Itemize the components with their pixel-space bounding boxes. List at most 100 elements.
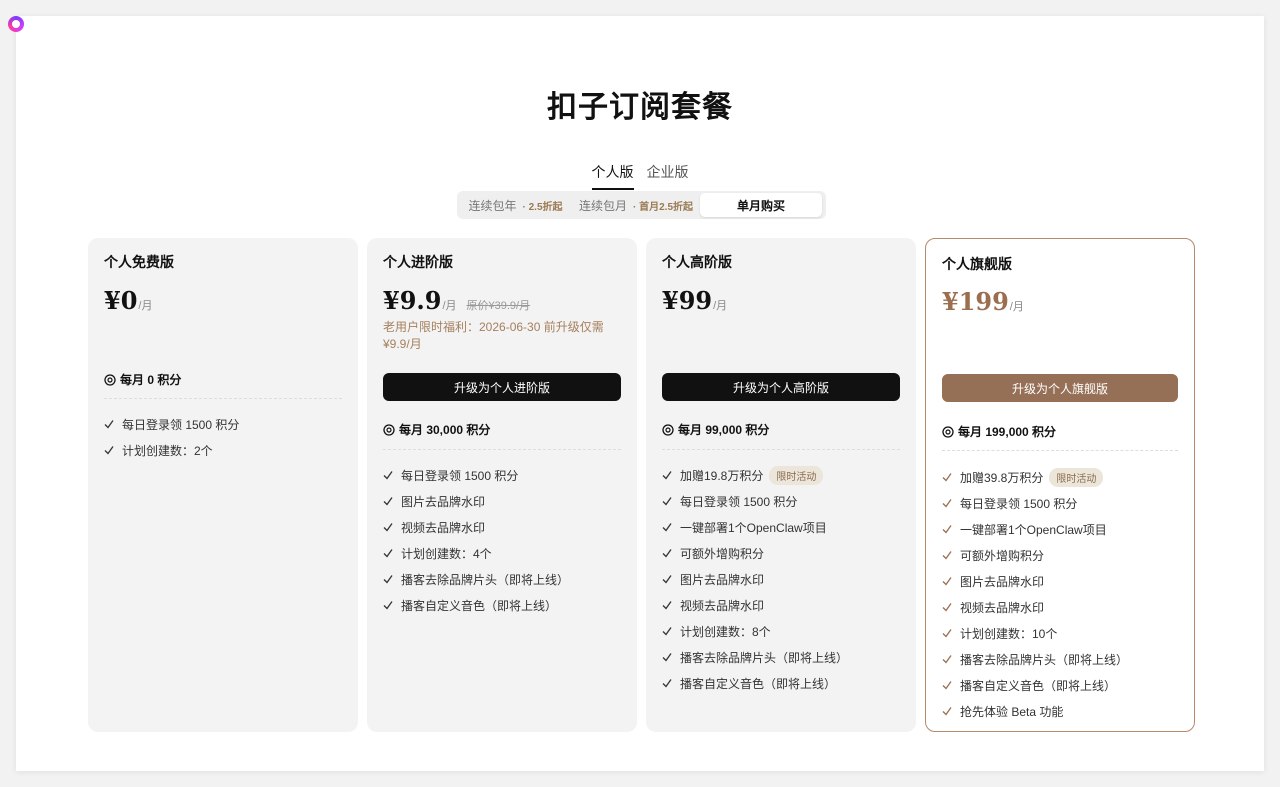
feature-text: 一键部署1个OpenClaw项目 xyxy=(680,520,827,535)
coin-icon xyxy=(383,423,395,436)
coin-icon xyxy=(104,373,116,386)
credits-label: 每月 99,000 积分 xyxy=(678,423,770,437)
feature-item: 加赠19.8万积分 限时活动 xyxy=(662,462,848,488)
billing-monthly-discount: · 首月2.5折起 xyxy=(633,201,694,213)
plan-price: ¥9.9 xyxy=(383,286,442,315)
check-icon xyxy=(662,497,672,506)
page-title: 扣子订阅套餐 xyxy=(547,91,733,124)
feature-item: 播客去除品牌片头（即将上线） xyxy=(942,646,1128,672)
price-period: /月 xyxy=(1009,301,1024,313)
tab-personal[interactable]: 个人版 xyxy=(591,162,634,190)
upgrade-premium-button[interactable]: 升级为个人高阶版 xyxy=(662,373,900,401)
check-icon xyxy=(662,549,672,558)
limited-offer-badge: 限时活动 xyxy=(1049,467,1104,487)
billing-switch: 连续包年 · 2.5折起 连续包月 · 首月2.5折起 单月购买 xyxy=(457,191,826,219)
feature-item: 一键部署1个OpenClaw项目 xyxy=(662,514,848,540)
check-icon xyxy=(942,551,952,560)
price-row: ¥199 /月 xyxy=(942,287,1024,316)
plan-card-free: 个人免费版 ¥0 /月 每月 0 积分 每日登录领 1500 积分 计划创建数：… xyxy=(88,238,358,732)
feature-text: 播客自定义音色（即将上线） xyxy=(680,676,837,691)
plan-name: 个人高阶版 xyxy=(662,254,732,270)
feature-item: 计划创建数：4个 xyxy=(383,540,569,566)
check-icon xyxy=(662,523,672,532)
feature-text: 每日登录领 1500 积分 xyxy=(401,468,519,483)
check-icon xyxy=(942,603,952,612)
feature-item: 播客自定义音色（即将上线） xyxy=(383,592,569,618)
divider xyxy=(383,449,621,450)
plan-card-premium: 个人高阶版 ¥99 /月 升级为个人高阶版 每月 99,000 积分 加赠19.… xyxy=(646,238,916,732)
tab-enterprise[interactable]: 企业版 xyxy=(647,162,689,190)
feature-text: 图片去品牌水印 xyxy=(960,574,1045,589)
feature-item: 计划创建数：10个 xyxy=(942,620,1128,646)
plan-price: ¥0 xyxy=(104,286,138,315)
feature-text: 播客去除品牌片头（即将上线） xyxy=(680,650,849,665)
check-icon xyxy=(942,525,952,534)
check-icon xyxy=(662,471,672,480)
feature-text: 播客去除品牌片头（即将上线） xyxy=(960,652,1129,667)
billing-monthly[interactable]: 连续包月 · 首月2.5折起 xyxy=(572,193,700,217)
billing-single-month[interactable]: 单月购买 xyxy=(700,193,822,217)
plan-name: 个人旗舰版 xyxy=(942,256,1012,272)
feature-item: 播客自定义音色（即将上线） xyxy=(942,672,1128,698)
feature-item: 抢先体验 Beta 功能 xyxy=(942,698,1128,724)
upgrade-flagship-button[interactable]: 升级为个人旗舰版 xyxy=(942,374,1178,402)
coin-icon xyxy=(662,423,674,436)
feature-text: 计划创建数：2个 xyxy=(122,443,213,458)
check-icon xyxy=(662,679,672,688)
divider xyxy=(942,450,1178,451)
check-icon xyxy=(662,653,672,662)
feature-text: 计划创建数：4个 xyxy=(401,546,492,561)
feature-item: 可额外增购积分 xyxy=(942,542,1128,568)
credits-label: 每月 0 积分 xyxy=(120,373,182,387)
feature-list: 加赠19.8万积分 限时活动 每日登录领 1500 积分 一键部署1个OpenCl… xyxy=(662,462,848,696)
credits-label: 每月 30,000 积分 xyxy=(399,423,491,437)
feature-text: 视频去品牌水印 xyxy=(960,600,1045,615)
coin-icon xyxy=(942,425,954,438)
plan-price: ¥99 xyxy=(662,286,713,315)
plan-card-advanced: 个人进阶版 ¥9.9 /月 原价¥39.9/月 老用户限时福利：2026-06-… xyxy=(367,238,637,732)
feature-item: 计划创建数：8个 xyxy=(662,618,848,644)
feature-item: 每日登录领 1500 积分 xyxy=(383,462,569,488)
check-icon xyxy=(104,420,114,429)
price-row: ¥9.9 /月 原价¥39.9/月 xyxy=(383,286,530,315)
upgrade-advanced-button[interactable]: 升级为个人进阶版 xyxy=(383,373,621,401)
monthly-credits: 每月 99,000 积分 xyxy=(662,421,769,438)
feature-text: 视频去品牌水印 xyxy=(680,598,765,613)
monthly-credits: 每月 0 积分 xyxy=(104,371,181,388)
feature-text: 每日登录领 1500 积分 xyxy=(960,496,1078,511)
feature-text: 计划创建数：8个 xyxy=(680,624,771,639)
check-icon xyxy=(942,707,952,716)
feature-text: 视频去品牌水印 xyxy=(401,520,486,535)
check-icon xyxy=(662,575,672,584)
check-icon xyxy=(942,577,952,586)
divider xyxy=(662,449,900,450)
feature-list: 加赠39.8万积分 限时活动 每日登录领 1500 积分 一键部署1个OpenCl… xyxy=(942,464,1128,724)
feature-item: 每日登录领 1500 积分 xyxy=(104,411,239,437)
feature-item: 加赠39.8万积分 限时活动 xyxy=(942,464,1128,490)
billing-yearly-label: 连续包年 xyxy=(468,198,517,213)
divider xyxy=(104,398,342,399)
billing-yearly[interactable]: 连续包年 · 2.5折起 xyxy=(459,193,572,217)
check-icon xyxy=(942,681,952,690)
billing-monthly-label: 连续包月 xyxy=(578,198,627,213)
check-icon xyxy=(662,627,672,636)
check-icon xyxy=(383,601,393,610)
check-icon xyxy=(662,601,672,610)
feature-item: 播客自定义音色（即将上线） xyxy=(662,670,848,696)
price-period: /月 xyxy=(442,300,457,312)
feature-item: 图片去品牌水印 xyxy=(942,568,1128,594)
feature-item: 每日登录领 1500 积分 xyxy=(662,488,848,514)
feature-item: 视频去品牌水印 xyxy=(942,594,1128,620)
feature-item: 视频去品牌水印 xyxy=(383,514,569,540)
billing-single-month-label: 单月购买 xyxy=(736,198,785,213)
check-icon xyxy=(104,446,114,455)
feature-item: 播客去除品牌片头（即将上线） xyxy=(662,644,848,670)
feature-text: 每日登录领 1500 积分 xyxy=(680,494,798,509)
feature-text: 计划创建数：10个 xyxy=(960,626,1058,641)
plan-name: 个人免费版 xyxy=(104,254,174,270)
feature-text: 可额外增购积分 xyxy=(960,548,1045,563)
price-row: ¥99 /月 xyxy=(662,286,727,315)
feature-list: 每日登录领 1500 积分 图片去品牌水印 视频去品牌水印 计划创建数：4个 播… xyxy=(383,462,569,618)
feature-text: 播客自定义音色（即将上线） xyxy=(960,678,1117,693)
check-icon xyxy=(383,523,393,532)
